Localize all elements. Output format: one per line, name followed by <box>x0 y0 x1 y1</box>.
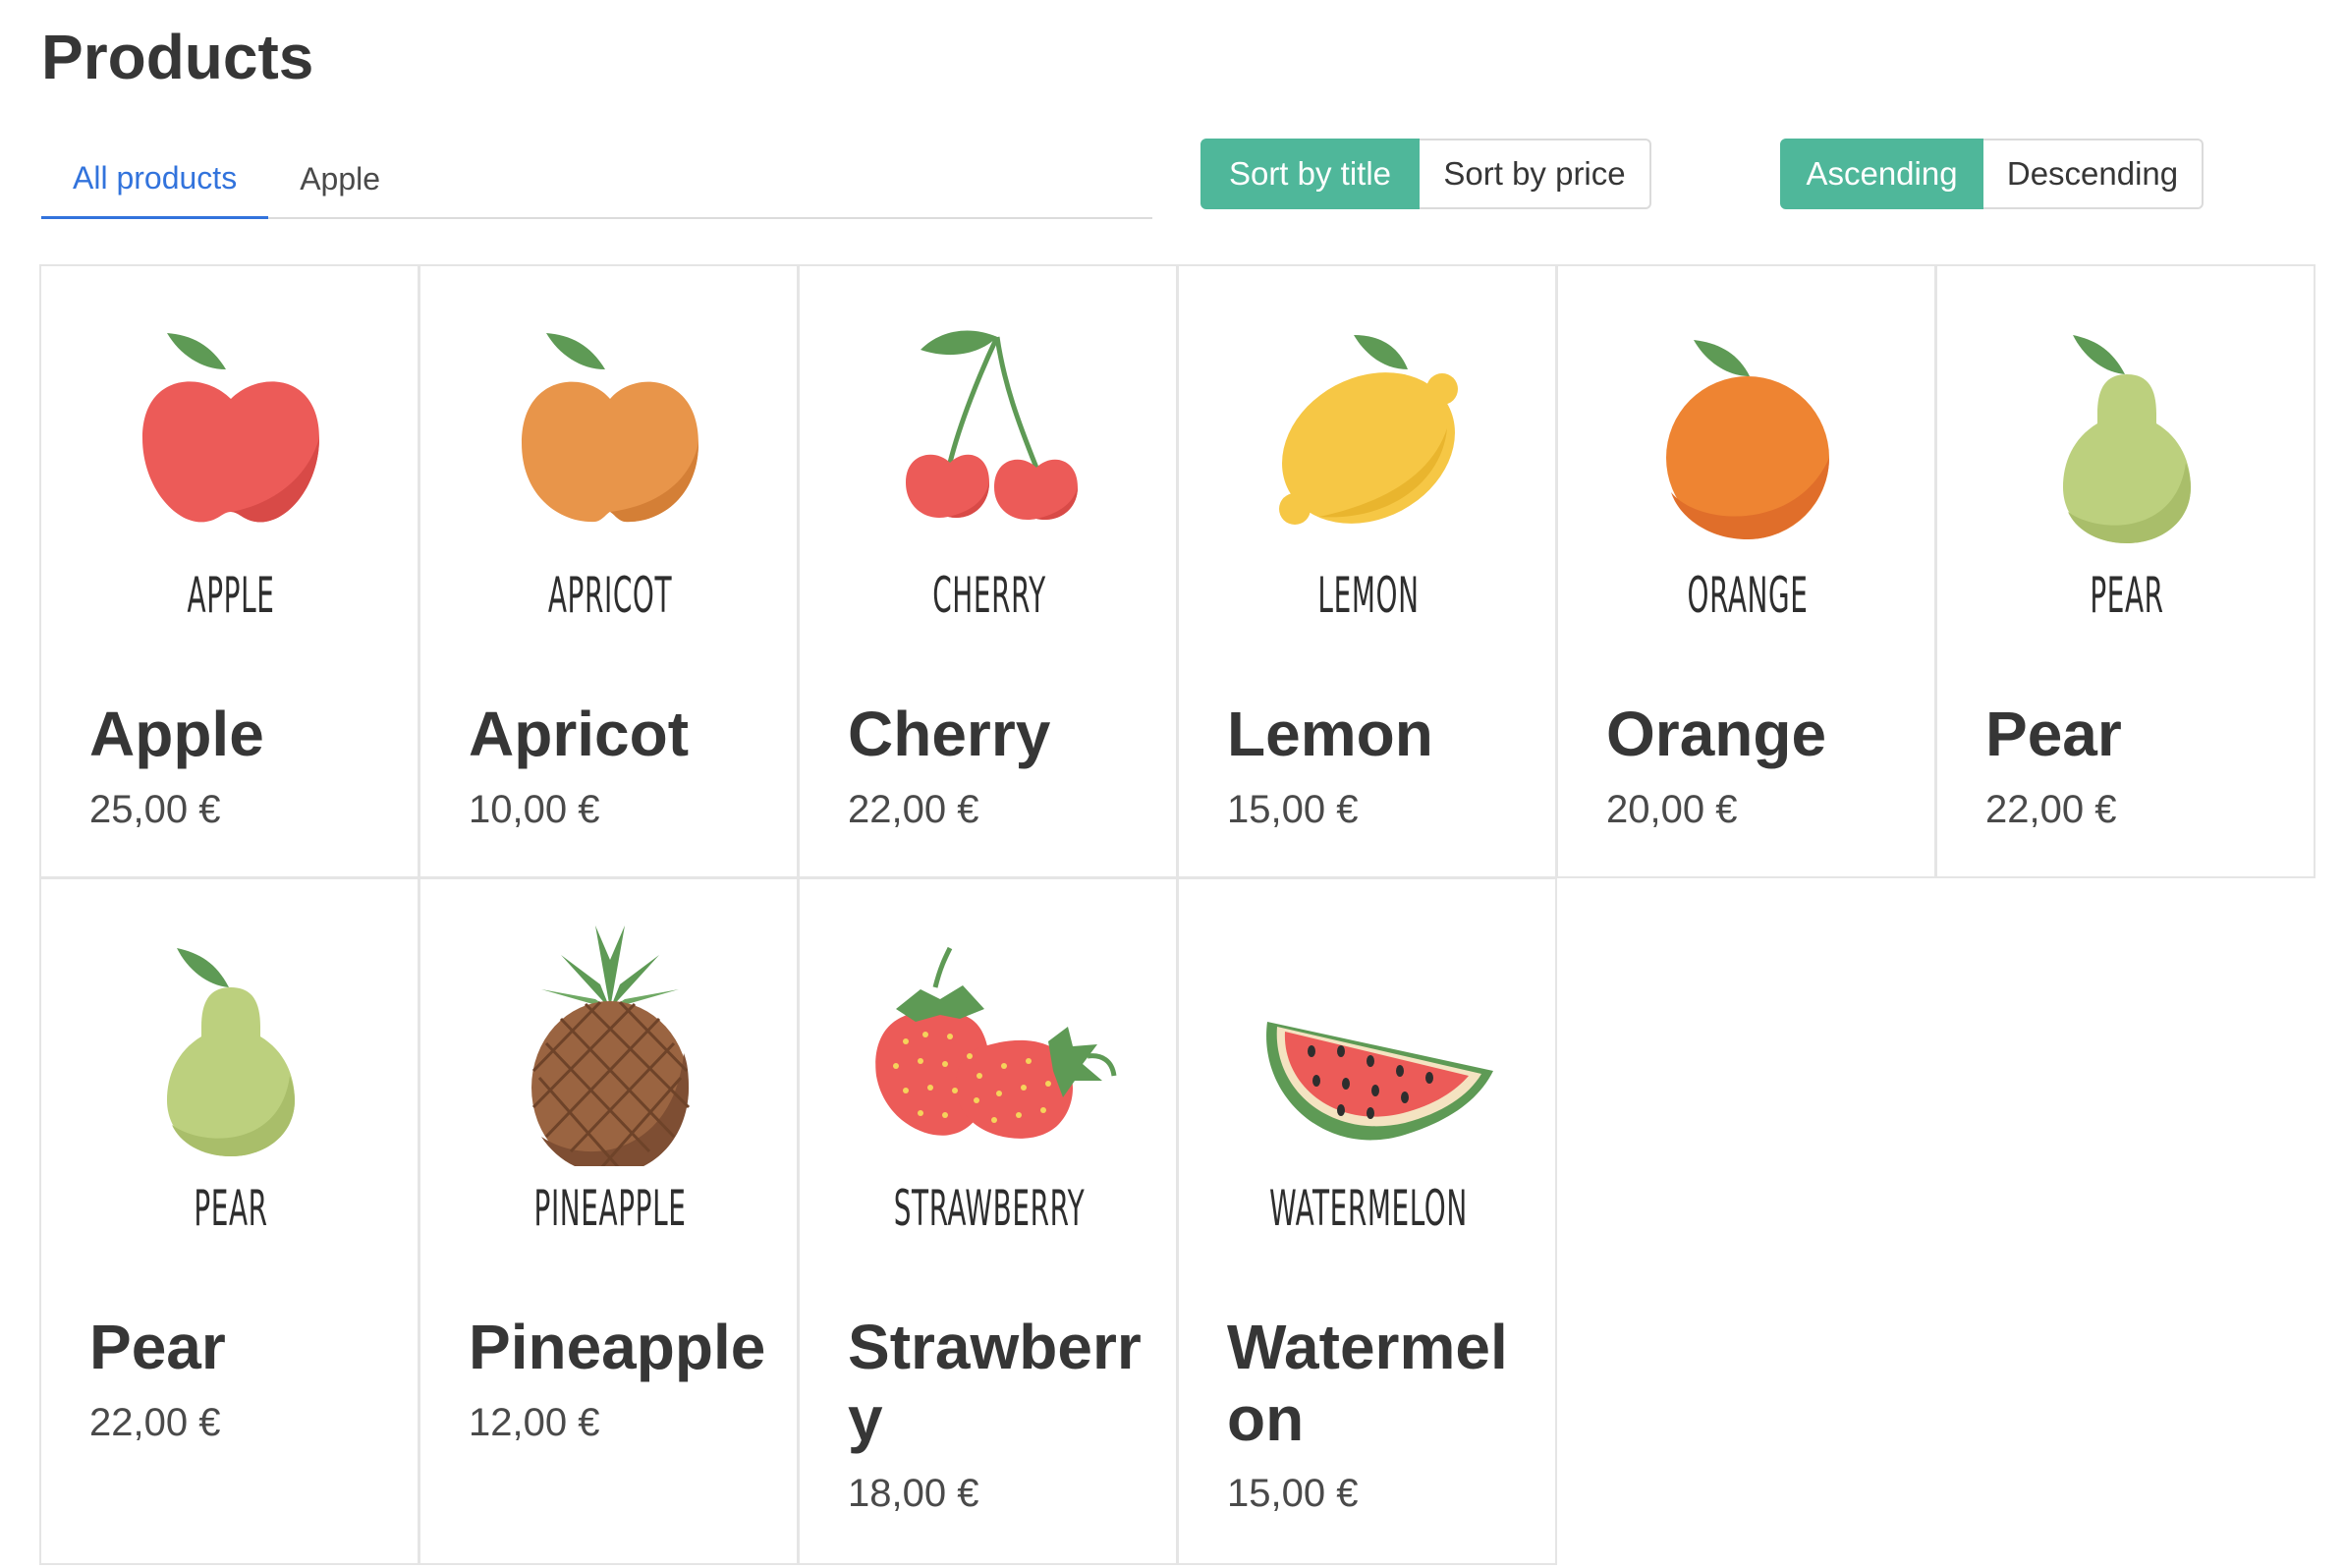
tab-all-products[interactable]: All products <box>41 140 269 219</box>
product-price: 22,00 € <box>89 1401 221 1444</box>
product-tabs: All products Apple <box>41 140 1152 219</box>
product-card-watermelon[interactable]: WATERMELON Watermelon 15,00 € <box>1177 877 1557 1565</box>
product-image-caption: STRAWBERRY <box>893 1180 1086 1237</box>
sort-by-title-button[interactable]: Sort by title <box>1200 139 1420 209</box>
apricot-icon <box>522 333 698 523</box>
sort-by-price-button[interactable]: Sort by price <box>1420 139 1651 209</box>
pear-icon <box>2063 335 2191 543</box>
product-name: Watermelon <box>1227 1312 1508 1454</box>
strawberry-icon <box>875 946 1117 1139</box>
product-name: Lemon <box>1227 699 1433 769</box>
product-price: 18,00 € <box>848 1472 979 1515</box>
product-price: 22,00 € <box>848 788 979 831</box>
product-name: Orange <box>1606 699 1827 769</box>
product-price: 15,00 € <box>1227 1472 1359 1515</box>
product-image: CHERRY <box>800 266 1179 679</box>
product-price: 20,00 € <box>1606 788 1738 831</box>
lemon-icon <box>1279 335 1458 525</box>
apple-icon <box>142 333 319 523</box>
pineapple-icon <box>531 925 691 1166</box>
product-image: PEAR <box>1937 266 2316 679</box>
product-image: LEMON <box>1179 266 1558 679</box>
descending-button[interactable]: Descending <box>1983 139 2204 209</box>
product-price: 15,00 € <box>1227 788 1359 831</box>
product-card-pear[interactable]: PEAR Pear 22,00 € <box>1935 264 2316 878</box>
product-image-caption: PEAR <box>194 1180 268 1237</box>
ascending-button[interactable]: Ascending <box>1780 139 1983 209</box>
product-card-orange[interactable]: ORANGE Orange 20,00 € <box>1556 264 1936 878</box>
product-image: ORANGE <box>1558 266 1937 679</box>
product-card-pineapple[interactable]: PINEAPPLE Pineapple 12,00 € <box>419 877 799 1565</box>
product-price: 25,00 € <box>89 788 221 831</box>
product-card-apricot[interactable]: APRICOT Apricot 10,00 € <box>419 264 799 878</box>
product-image: WATERMELON <box>1179 879 1558 1292</box>
product-grid: APPLE Apple 25,00 € APRICOT Apricot 10,0… <box>39 264 2316 1565</box>
product-card-lemon[interactable]: LEMON Lemon 15,00 € <box>1177 264 1557 878</box>
product-image-caption: WATERMELON <box>1269 1180 1468 1237</box>
product-image: PEAR <box>41 879 420 1292</box>
watermelon-icon <box>1266 1022 1493 1141</box>
product-image: PINEAPPLE <box>420 879 800 1292</box>
pear-icon <box>167 948 295 1156</box>
product-card-apple[interactable]: APPLE Apple 25,00 € <box>39 264 419 878</box>
product-card-cherry[interactable]: CHERRY Cherry 22,00 € <box>798 264 1178 878</box>
product-image: APRICOT <box>420 266 800 679</box>
product-name: Pear <box>1985 699 2122 769</box>
product-image-caption: PEAR <box>2090 567 2164 624</box>
cherry-icon <box>906 330 1078 521</box>
product-image: STRAWBERRY <box>800 879 1179 1292</box>
product-name: Apricot <box>469 699 689 769</box>
product-card-pear[interactable]: PEAR Pear 22,00 € <box>39 877 419 1565</box>
product-name: Pear <box>89 1312 226 1382</box>
product-name: Apple <box>89 699 264 769</box>
product-price: 12,00 € <box>469 1401 600 1444</box>
product-image-caption: CHERRY <box>932 567 1046 624</box>
tab-apple[interactable]: Apple <box>268 140 412 219</box>
sort-field-group: Sort by title Sort by price <box>1200 139 1651 209</box>
product-image-caption: PINEAPPLE <box>533 1180 687 1237</box>
page-title: Products <box>41 22 314 92</box>
product-price: 22,00 € <box>1985 788 2117 831</box>
product-card-strawberry[interactable]: STRAWBERRY Strawberry 18,00 € <box>798 877 1178 1565</box>
sort-order-group: Ascending Descending <box>1780 139 2204 209</box>
product-name: Strawberry <box>848 1312 1142 1454</box>
product-price: 10,00 € <box>469 788 600 831</box>
product-image: APPLE <box>41 266 420 679</box>
product-image-caption: ORANGE <box>1687 567 1809 624</box>
product-image-caption: APRICOT <box>547 567 673 624</box>
product-image-caption: LEMON <box>1317 567 1420 624</box>
product-name: Pineapple <box>469 1312 766 1382</box>
product-image-caption: APPLE <box>187 567 275 624</box>
orange-icon <box>1666 340 1829 539</box>
product-name: Cherry <box>848 699 1051 769</box>
